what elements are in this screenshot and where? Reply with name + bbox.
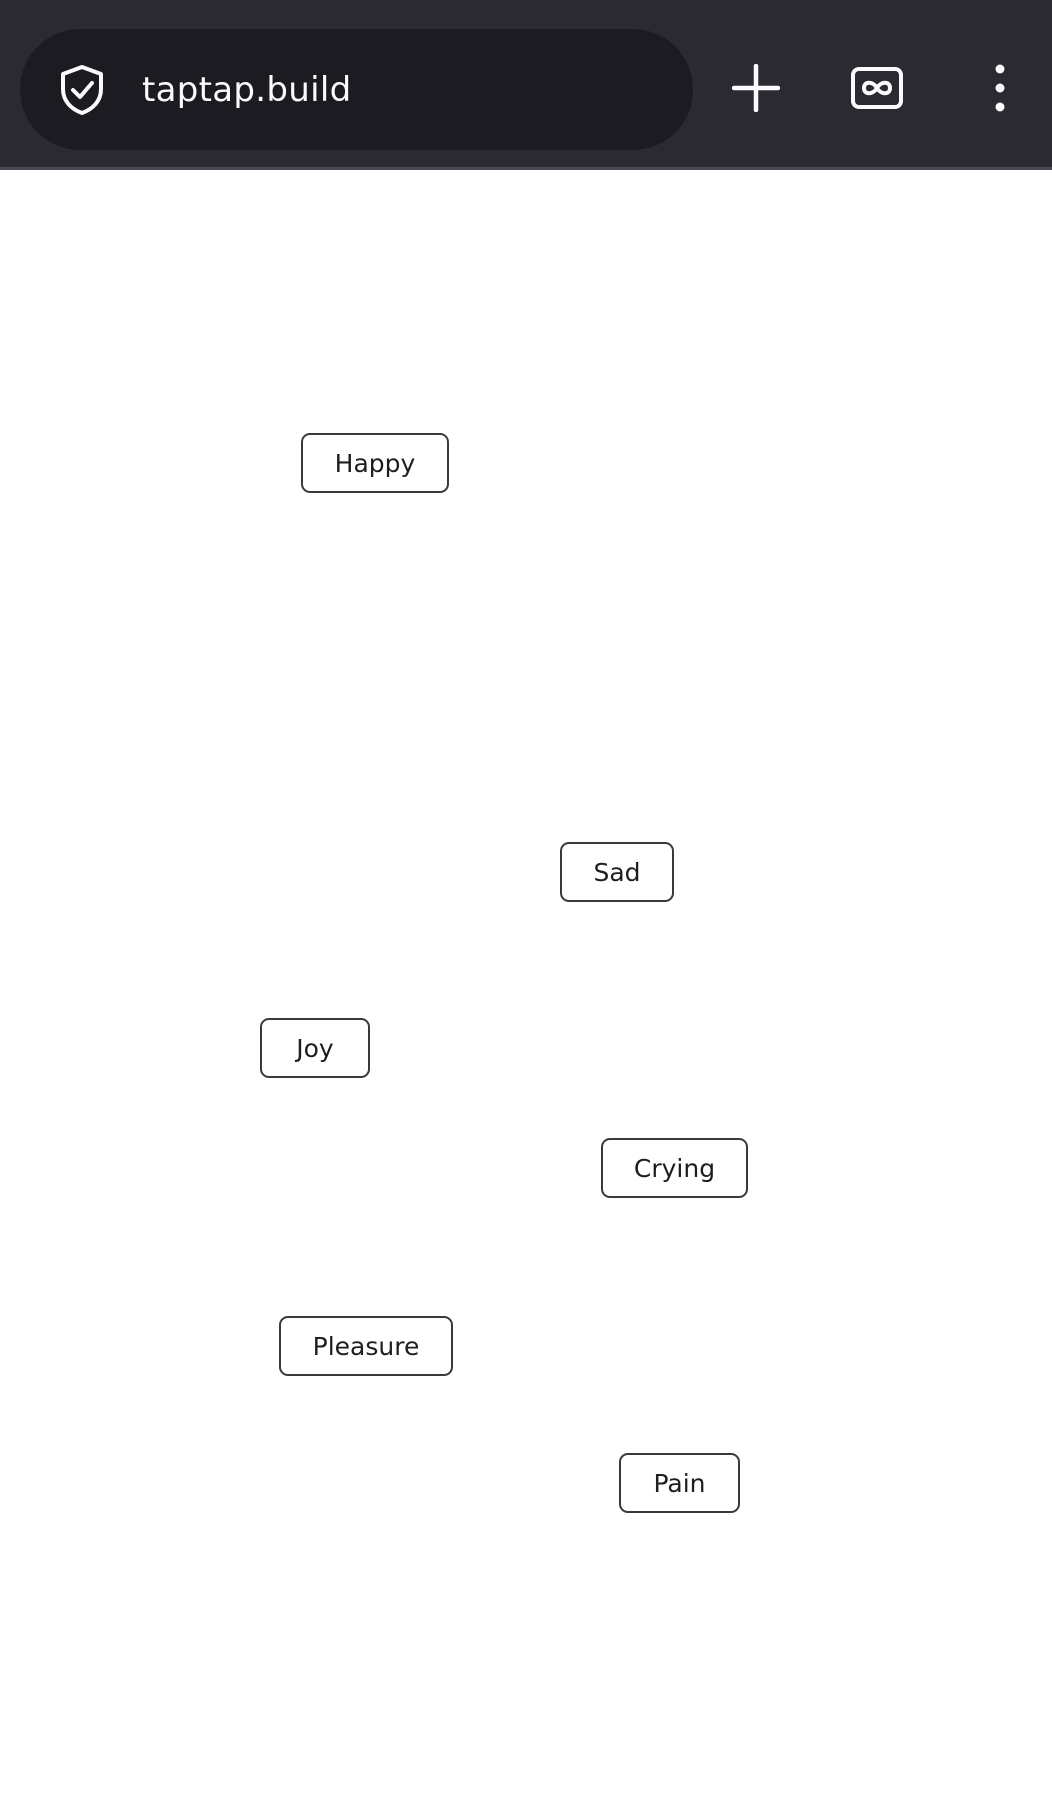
url-text[interactable]: taptap.build: [142, 66, 352, 114]
new-tab-button[interactable]: [722, 56, 790, 124]
word-chip-sad[interactable]: Sad: [560, 842, 674, 902]
app-root: taptap.build Happy Sad Joy Crying Pleasu…: [0, 0, 1052, 1800]
url-bar[interactable]: [20, 29, 693, 150]
word-chip-pleasure[interactable]: Pleasure: [279, 1316, 453, 1376]
word-chip-joy[interactable]: Joy: [260, 1018, 370, 1078]
menu-button[interactable]: [980, 60, 1020, 120]
word-chip-crying[interactable]: Crying: [601, 1138, 748, 1198]
kebab-menu-icon: [995, 64, 1005, 116]
word-chip-pain[interactable]: Pain: [619, 1453, 740, 1513]
word-canvas: Happy Sad Joy Crying Pleasure Pain: [0, 173, 1052, 1800]
browser-toolbar: taptap.build: [0, 0, 1052, 170]
word-chip-happy[interactable]: Happy: [301, 433, 449, 493]
plus-icon: [731, 63, 781, 116]
private-tabs-button[interactable]: [842, 62, 912, 118]
shield-check-icon[interactable]: [58, 64, 106, 116]
private-tabs-icon: [850, 66, 904, 114]
